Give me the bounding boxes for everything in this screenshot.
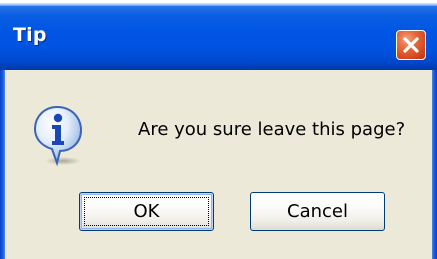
ok-button-label: OK <box>133 201 160 222</box>
ok-button[interactable]: OK <box>79 192 214 231</box>
dialog-title: Tip <box>13 24 47 46</box>
close-button[interactable] <box>396 30 426 60</box>
window-frame-right <box>432 70 437 259</box>
information-icon <box>33 105 83 167</box>
cancel-button[interactable]: Cancel <box>250 192 385 231</box>
dialog-message: Are you sure leave this page? <box>138 119 406 140</box>
title-bar[interactable]: Tip <box>0 0 437 70</box>
close-icon <box>403 37 419 53</box>
dialog-window: Tip Are you sure leave this page? OK Can… <box>0 0 437 259</box>
title-bar-rim <box>0 0 437 6</box>
cancel-button-label: Cancel <box>287 201 348 222</box>
